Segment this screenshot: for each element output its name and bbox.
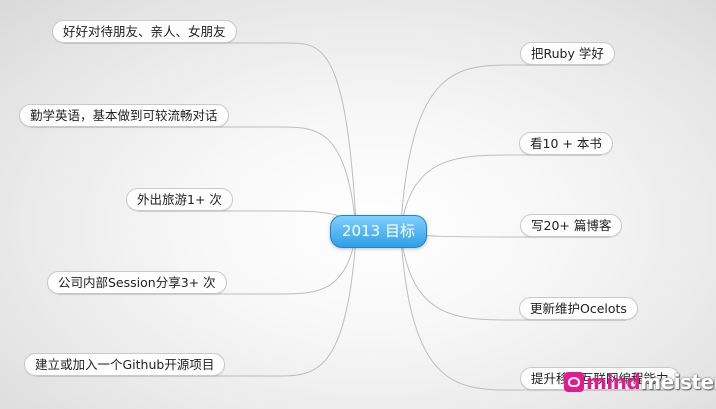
topic-treat-friends[interactable]: 好好对待朋友、亲人、女朋友 [52, 20, 237, 43]
mind-map-canvas: 2013 目标 好好对待朋友、亲人、女朋友 勤学英语，基本做到可较流畅对话 外出… [0, 0, 716, 409]
topic-read-books[interactable]: 看10 + 本书 [519, 132, 613, 155]
topic-learn-ruby[interactable]: 把Ruby 学好 [520, 42, 615, 65]
topic-maintain-ocelots[interactable]: 更新维护Ocelots [519, 297, 638, 320]
topic-github-project[interactable]: 建立或加入一个Github开源项目 [24, 353, 226, 376]
connector-line [138, 210, 357, 232]
topic-travel[interactable]: 外出旅游1+ 次 [126, 188, 233, 211]
central-topic[interactable]: 2013 目标 [330, 215, 427, 248]
logo-word-mind: mind [586, 370, 641, 394]
topic-write-blogs[interactable]: 写20+ 篇博客 [520, 214, 623, 237]
connector-line [31, 126, 357, 232]
logo-wordmark: mindmeister [586, 370, 716, 394]
topic-session-sharing[interactable]: 公司内部Session分享3+ 次 [47, 271, 227, 294]
mindmeister-logo-icon [564, 372, 584, 392]
topic-study-english[interactable]: 勤学英语，基本做到可较流畅对话 [19, 104, 229, 127]
mindmeister-logo: mindmeister [560, 366, 716, 400]
logo-word-meister: meister [640, 370, 716, 394]
